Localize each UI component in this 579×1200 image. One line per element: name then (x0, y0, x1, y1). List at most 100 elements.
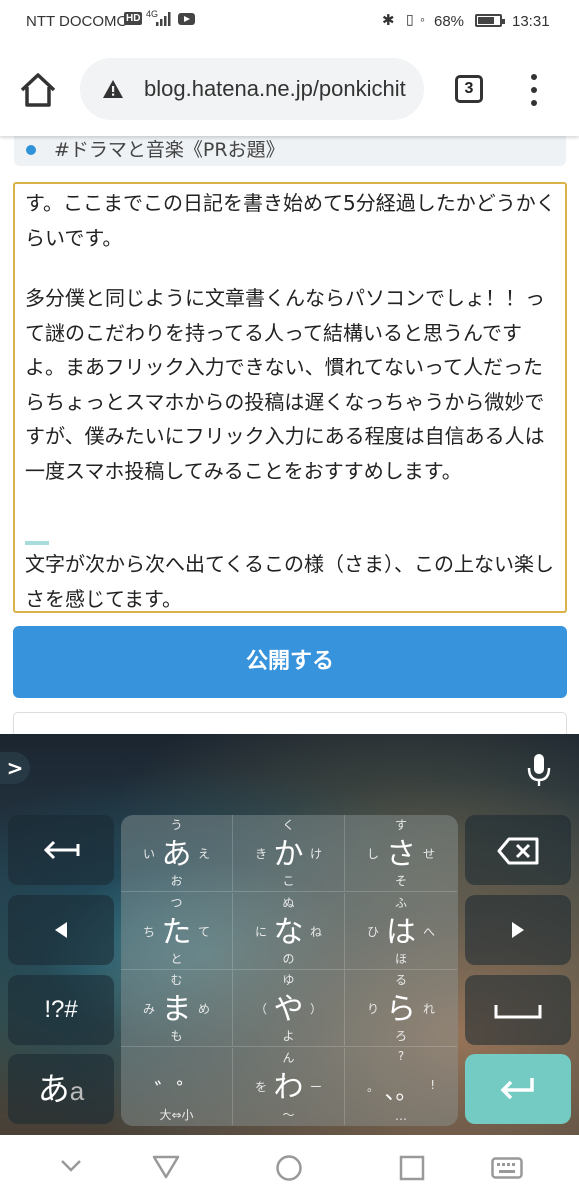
kana-key-na[interactable]: なぬに ねの (233, 892, 345, 970)
editor-paragraph: 文字が次から次へ出てくるこの様（さま）、この上ない楽しさを感じてます。 (25, 552, 554, 611)
flick-hint-right: け (309, 847, 322, 861)
address-bar[interactable]: blog.hatena.ne.jp/ponkichit (80, 58, 424, 120)
flick-hint-up: る (394, 973, 407, 987)
kana-key-dakuten[interactable]: ゛゜大⇔小 (121, 1047, 233, 1125)
hide-keyboard-chevron-icon[interactable] (60, 1159, 82, 1173)
url-text[interactable]: blog.hatena.ne.jp/ponkichit (144, 76, 406, 102)
editor-paragraph: す。ここまでこの日記を書き始めて5分経過したかどうかくらいです。 (25, 191, 556, 250)
flick-hint-left: 。 (367, 1079, 380, 1094)
input-mode-toggle-key[interactable]: あa (8, 1054, 114, 1124)
flick-keyboard: > !?# あa あういえおかくきけこさすしせそたつちてとなぬにねのはふひへほま… (0, 734, 579, 1135)
recents-icon[interactable] (399, 1155, 425, 1181)
delete-key[interactable] (465, 815, 571, 885)
kana-key-ma[interactable]: まむみ めも (121, 970, 233, 1047)
flick-hint-down: の (282, 951, 295, 966)
kana-key-ra[interactable]: らるり れろ (345, 970, 457, 1047)
kana-key-main-glyph: か (273, 837, 304, 872)
flick-hint-right: せ (422, 847, 435, 861)
caret-right-icon (512, 922, 524, 938)
kana-key-a[interactable]: あうい えお (121, 815, 233, 892)
hd-voice-badge: HD (124, 12, 143, 25)
home-circle-icon[interactable] (275, 1154, 303, 1182)
enter-key[interactable] (465, 1054, 571, 1124)
signal-icon (156, 12, 171, 26)
kana-key-main-glyph: 、。 (384, 1079, 418, 1105)
keyboard-top-bar: > (0, 734, 579, 804)
home-icon[interactable] (18, 72, 58, 108)
flick-hint-up: ぬ (282, 895, 295, 910)
tab-switcher-button[interactable]: 3 (455, 75, 483, 103)
flick-hint-down: … (395, 1108, 407, 1123)
kana-key-wa[interactable]: わんを ー〜 (233, 1047, 345, 1125)
enter-icon (500, 1078, 534, 1100)
space-bar-icon (494, 1005, 542, 1019)
caret-left-icon (55, 922, 67, 938)
topic-tag[interactable]: #ドラマと音楽《PRお題》 (54, 136, 285, 162)
flick-hint-right: ね (309, 924, 322, 939)
status-bar: NTT DOCOMO HD 4G ✱ ▯ ◦ 68% 13:31 (0, 0, 579, 44)
youtube-notification-icon (178, 13, 195, 25)
wifi-icon: ◦ (420, 11, 425, 27)
flick-hint-up: ゆ (282, 973, 295, 987)
flick-hint-up: ? (397, 1048, 405, 1063)
bullet-icon (26, 145, 36, 155)
undo-arrow-icon (43, 840, 80, 860)
kana-key-main-glyph: ゛゜ (154, 1079, 199, 1105)
backspace-icon (497, 837, 539, 865)
kana-key-ta[interactable]: たつち てと (121, 892, 233, 970)
cursor-left-key[interactable] (8, 895, 114, 965)
kana-key-main-glyph: わ (273, 1069, 304, 1105)
flick-hint-down: よ (282, 1029, 295, 1043)
flick-hint-up: く (282, 818, 295, 832)
flick-hint-down: そ (394, 874, 407, 888)
kana-key-sa[interactable]: さすし せそ (345, 815, 457, 892)
flick-hint-left: き (255, 847, 268, 861)
space-key[interactable] (465, 975, 571, 1045)
kana-key-main-glyph: さ (386, 837, 416, 872)
keyboard-expand-button[interactable]: > (0, 752, 30, 784)
input-mode-label: あa (8, 1054, 114, 1124)
kana-key-main-glyph: ら (386, 992, 416, 1027)
microphone-icon[interactable] (524, 752, 554, 788)
publish-button[interactable]: 公開する (13, 626, 567, 698)
flick-hint-left: い (143, 847, 156, 861)
keyboard-switch-icon[interactable] (491, 1157, 523, 1179)
kana-key-main-glyph: な (273, 914, 304, 950)
topic-tag-box: #ドラマと音楽《PRお題》 (14, 136, 566, 166)
article-editor[interactable]: す。ここまでこの日記を書き始めて5分経過したかどうかくらいです。 多分僕と同じよ… (13, 182, 567, 613)
flick-hint-left: り (367, 1002, 380, 1016)
cursor-right-key[interactable] (465, 895, 571, 965)
flick-hint-right: ! (430, 1077, 435, 1092)
kana-key-grid: あうい えお かくき けこ さすし せそたつち てと なぬに ねの はふひ へほまむみ めも やゆ （ ） よ… (121, 815, 458, 1126)
battery-icon (475, 14, 505, 27)
flick-hint-right: え (197, 847, 210, 861)
vibrate-icon: ▯ (406, 11, 414, 27)
flick-hint-left: （ (255, 1002, 268, 1016)
flick-hint-up: ん (282, 1050, 295, 1065)
not-secure-warning-icon[interactable] (102, 79, 124, 99)
kana-key-ha[interactable]: はふひ へほ (345, 893, 457, 970)
symbols-key[interactable]: !?# (8, 975, 114, 1045)
flick-hint-down: 大⇔小 (159, 1107, 194, 1122)
flick-hint-down: こ (282, 874, 295, 888)
flick-hint-left: に (255, 924, 268, 939)
flick-hint-right: め (197, 1002, 210, 1016)
flick-hint-up: う (170, 818, 183, 832)
symbols-key-label: !?# (44, 996, 78, 1023)
kana-mode-glyph: あ (37, 1070, 70, 1108)
kana-key-punct[interactable]: 、。? 。! … (345, 1048, 457, 1125)
flick-hint-left: ち (143, 924, 156, 939)
flick-hint-right: ） (309, 1002, 322, 1016)
carrier-name: NTT DOCOMO (26, 13, 129, 30)
flick-hint-right: て (197, 924, 210, 939)
back-icon[interactable] (152, 1155, 180, 1179)
backspace-left-arrow-key[interactable] (8, 815, 114, 885)
kana-key-ka[interactable]: かくき けこ (233, 815, 345, 892)
kana-key-ya[interactable]: やゆ （ ） よ (233, 970, 345, 1047)
overflow-menu-icon[interactable] (524, 72, 544, 108)
flick-hint-down: 〜 (282, 1107, 295, 1122)
page-content: #ドラマと音楽《PRお題》 す。ここまでこの日記を書き始めて5分経過したかどうか… (0, 136, 579, 734)
flick-hint-up: す (394, 818, 407, 832)
flick-hint-down: と (170, 951, 183, 966)
kana-key-main-glyph: や (273, 992, 304, 1027)
